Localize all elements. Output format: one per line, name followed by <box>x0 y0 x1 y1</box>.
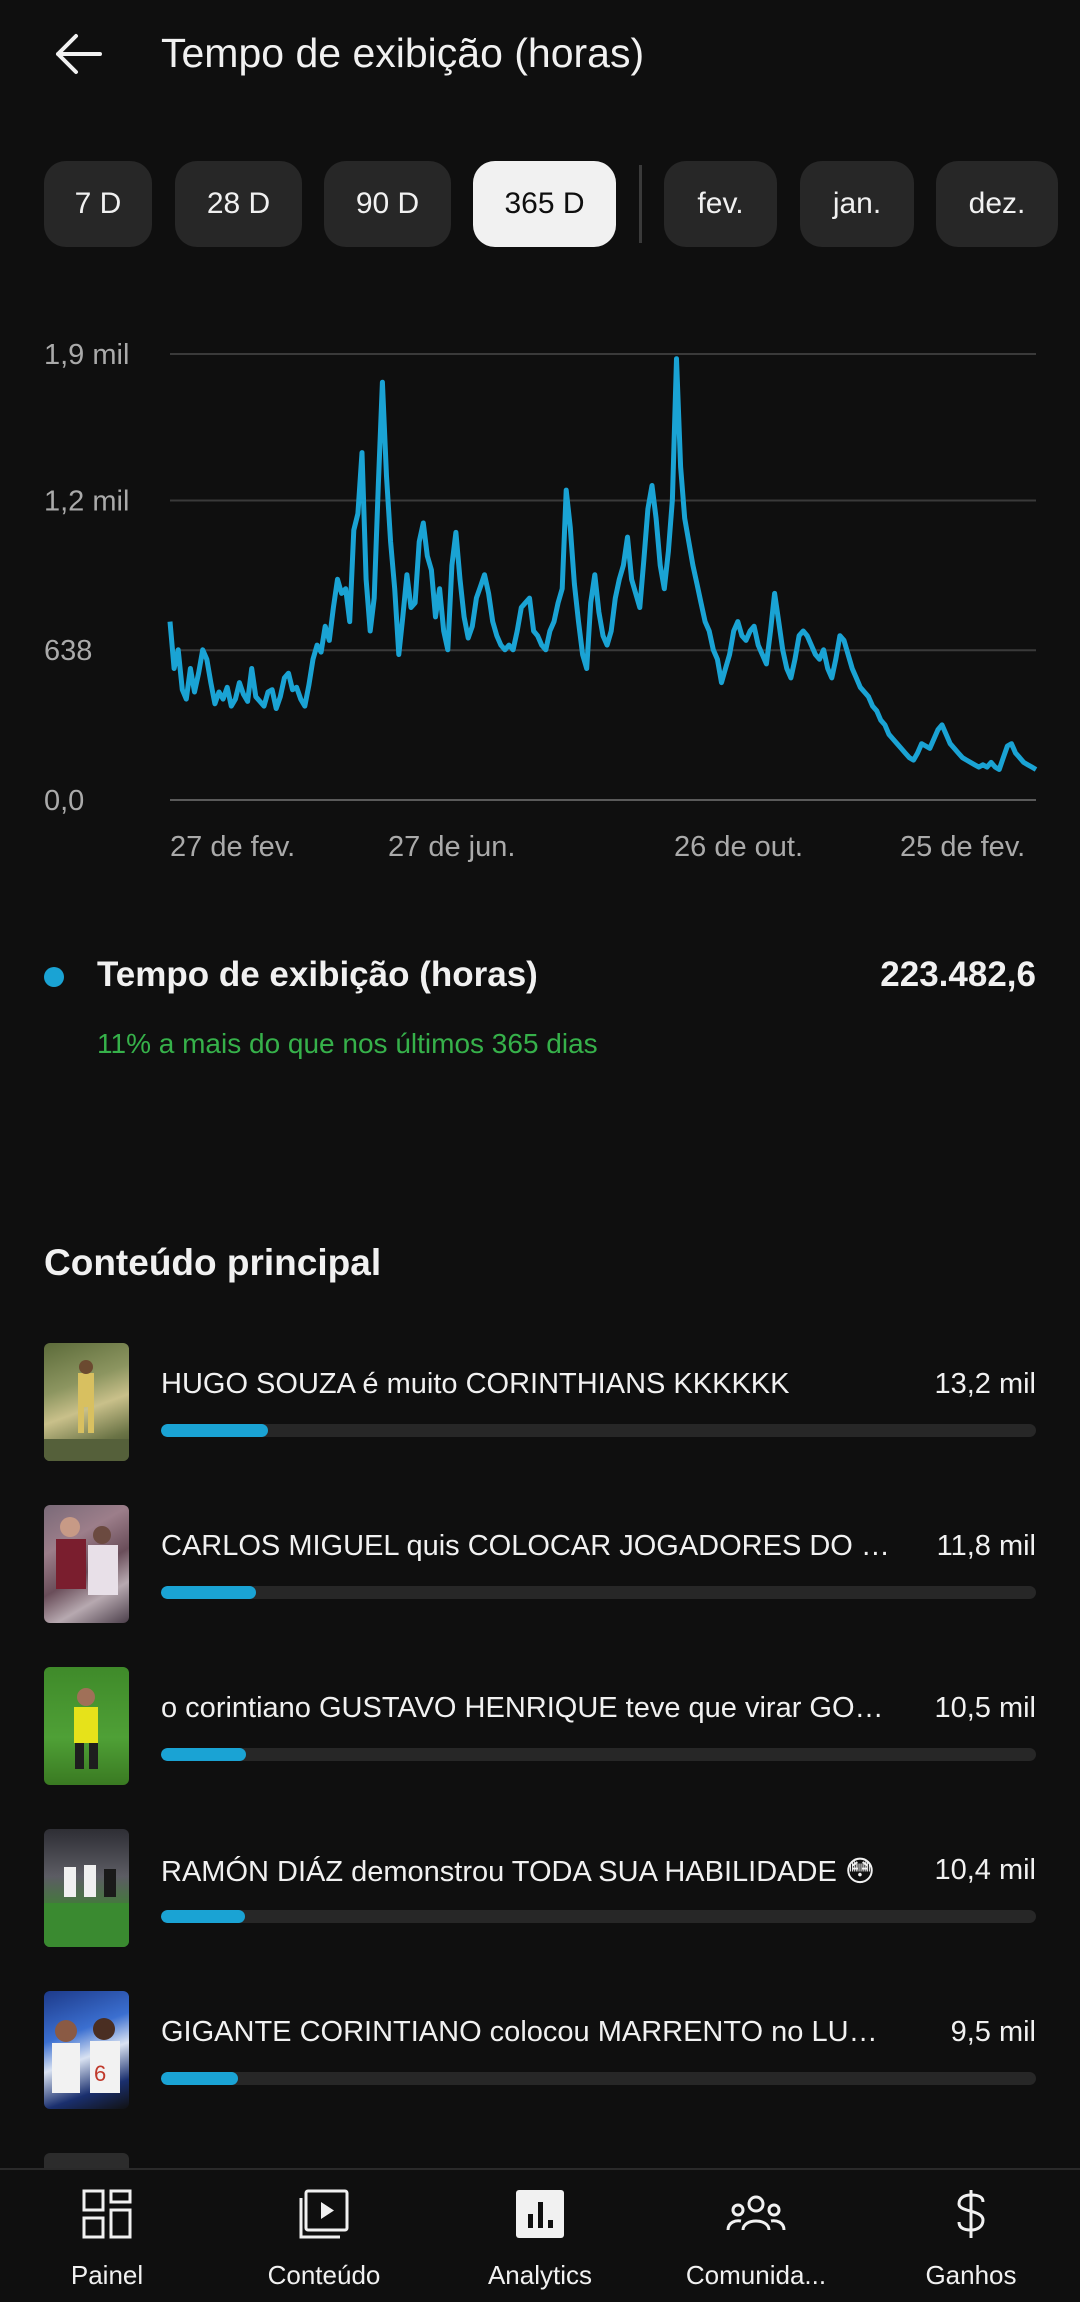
video-thumbnail <box>44 1505 129 1623</box>
x-tick-label: 26 de out. <box>674 831 803 863</box>
video-title: GIGANTE CORINTIANO colocou MARRENTO no L… <box>161 2016 891 2048</box>
dashboard-icon <box>82 2189 132 2239</box>
progress-bar <box>161 1748 1036 1761</box>
list-item[interactable]: o corintiano GUSTAVO HENRIQUE teve que v… <box>0 1664 1080 1785</box>
x-tick-label: 27 de fev. <box>170 831 295 863</box>
progress-fill <box>161 1748 246 1761</box>
chip-divider <box>639 165 642 243</box>
video-value: 13,2 mil <box>934 1368 1036 1400</box>
nav-item-conteudo[interactable]: Conteúdo <box>224 2170 424 2302</box>
svg-text:6: 6 <box>94 2061 106 2086</box>
x-tick-label: 25 de fev. <box>900 831 1025 863</box>
video-title: RAMÓN DIÁZ demonstrou TODA SUA HABILIDAD… <box>161 1856 876 1888</box>
video-thumbnail: 6 <box>44 1991 129 2109</box>
nav-item-analytics[interactable]: Analytics <box>440 2170 640 2302</box>
series-line <box>167 356 1038 772</box>
video-value: 10,5 mil <box>934 1692 1036 1724</box>
line-chart: 1,9 mil 1,2 mil 638 0,0 27 de fev. 27 de jun.… <box>44 339 1038 863</box>
progress-bar <box>161 1910 1036 1923</box>
page-title: Tempo de exibição (horas) <box>161 30 645 76</box>
content-icon <box>299 2189 349 2239</box>
y-tick-label: 0,0 <box>44 785 84 817</box>
video-value: 9,5 mil <box>950 2016 1036 2048</box>
progress-fill <box>161 1424 268 1437</box>
chip-7d[interactable]: 7 D <box>44 161 152 247</box>
video-thumbnail <box>44 1829 129 1947</box>
y-tick-label: 1,2 mil <box>44 485 129 517</box>
video-thumbnail <box>44 1667 129 1785</box>
x-tick-label: 27 de jun. <box>388 831 515 863</box>
list-item[interactable]: CARLOS MIGUEL quis COLOCAR JOGADORES DO … <box>0 1502 1080 1623</box>
nav-item-painel[interactable]: Painel <box>7 2170 207 2302</box>
video-thumbnail <box>44 1343 129 1461</box>
list-item[interactable]: HUGO SOUZA é muito CORINTHIANS KKKKKK 13… <box>0 1340 1080 1461</box>
community-icon <box>726 2195 786 2231</box>
nav-label: Comunida... <box>685 2260 827 2290</box>
chip-dez[interactable]: dez. <box>936 161 1058 247</box>
video-title: o corintiano GUSTAVO HENRIQUE teve que v… <box>161 1692 891 1724</box>
nav-label: Conteúdo <box>267 2260 381 2290</box>
progress-fill <box>161 1586 257 1599</box>
list-item[interactable]: 6 GIGANTE CORINTIANO colocou MARRENTO no… <box>0 1988 1080 2109</box>
list-item[interactable]: RAMÓN DIÁZ demonstrou TODA SUA HABILIDAD… <box>0 1826 1080 1947</box>
progress-bar <box>161 1424 1036 1437</box>
watch-time-chart[interactable]: 1,9 mil 1,2 mil 638 0,0 27 de fev. 27 de jun.… <box>0 320 1080 880</box>
section-title: Conteúdo principal <box>44 1242 382 1283</box>
period-chips: 7 D 28 D 90 D 365 D fev. jan. dez. <box>0 161 1080 247</box>
bottom-nav: Painel Conteúdo Analytics Comunida... Ga… <box>0 2168 1080 2302</box>
video-value: 11,8 mil <box>936 1530 1036 1562</box>
video-value: 10,4 mil <box>934 1854 1036 1886</box>
analytics-icon <box>516 2190 564 2238</box>
video-title: CARLOS MIGUEL quis COLOCAR JOGADORES DO … <box>161 1530 891 1562</box>
video-title: HUGO SOUZA é muito CORINTHIANS KKKKKK <box>161 1368 790 1400</box>
metric-label: Tempo de exibição (horas) <box>97 955 538 994</box>
series-dot <box>44 967 64 987</box>
arrow-left-icon <box>56 34 102 74</box>
header: Tempo de exibição (horas) <box>0 0 1080 110</box>
nav-label: Ganhos <box>925 2260 1017 2290</box>
y-tick-label: 638 <box>44 635 92 667</box>
metric-value: 223.482,6 <box>880 955 1036 994</box>
y-tick-label: 1,9 mil <box>44 339 129 371</box>
nav-item-comunidade[interactable]: Comunida... <box>656 2170 856 2302</box>
chip-fev[interactable]: fev. <box>664 161 777 247</box>
progress-fill <box>161 1910 245 1923</box>
metric-delta: 11% a mais do que nos últimos 365 dias <box>97 1028 598 1059</box>
back-button[interactable] <box>48 24 108 84</box>
nav-label: Painel <box>70 2260 144 2290</box>
nav-label: Analytics <box>487 2260 593 2290</box>
chip-365d[interactable]: 365 D <box>473 161 616 247</box>
progress-bar <box>161 2072 1036 2085</box>
chip-jan[interactable]: jan. <box>800 161 914 247</box>
progress-bar <box>161 1586 1036 1599</box>
chip-90d[interactable]: 90 D <box>324 161 451 247</box>
dollar-icon <box>957 2190 985 2238</box>
progress-fill <box>161 2072 238 2085</box>
nav-item-ganhos[interactable]: Ganhos <box>871 2170 1071 2302</box>
chip-28d[interactable]: 28 D <box>175 161 302 247</box>
